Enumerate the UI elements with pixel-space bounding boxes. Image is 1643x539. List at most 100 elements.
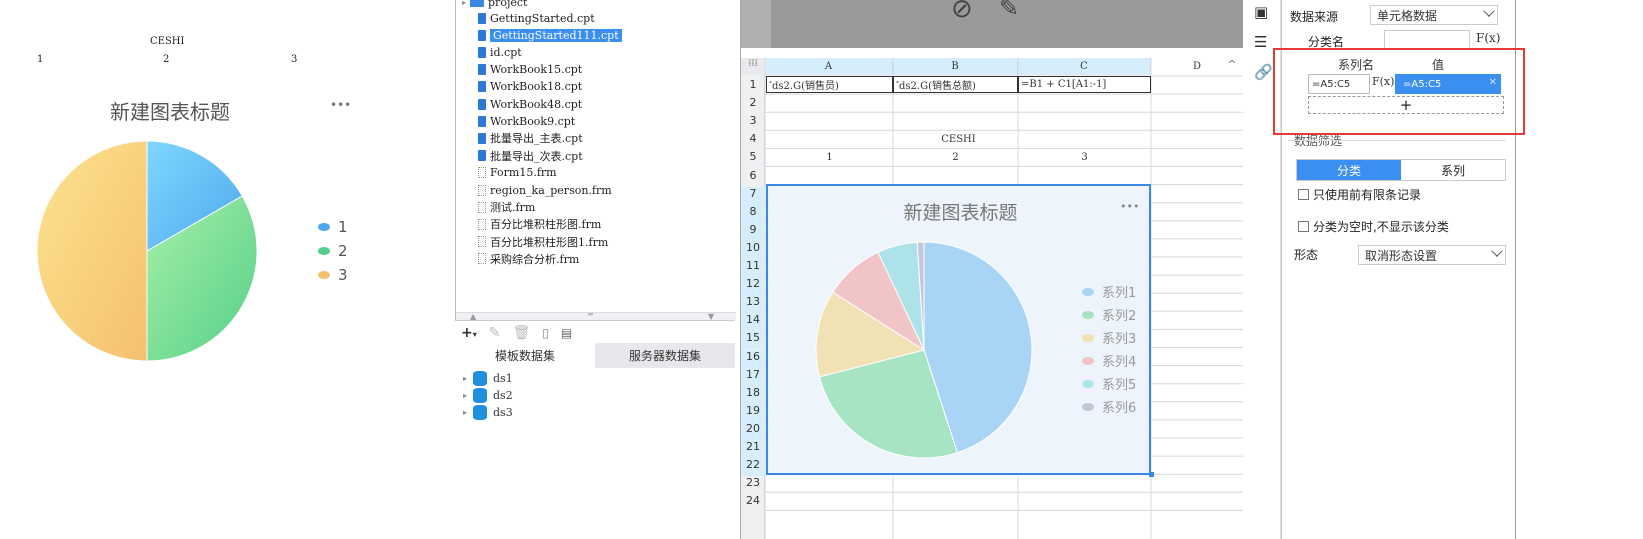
legend-item[interactable]: 系列2 [1082,305,1136,324]
legend-marker-icon [1082,402,1094,411]
cell-attribute-icon[interactable]: ▣ [1254,3,1268,21]
cell-b1[interactable]: ° ds2.G(销售总额) [893,76,1018,93]
legend-item[interactable]: 系列5 [1082,374,1136,393]
tree-file-item[interactable]: WorkBook9.cpt [478,113,575,129]
limit-records-checkbox[interactable]: 只使用前有限条记录 [1298,186,1421,203]
tree-root-project[interactable]: ▸ project [462,0,527,10]
row-header[interactable]: 19 [741,403,765,422]
pie-slice[interactable] [36,140,148,362]
resize-handle[interactable] [1149,472,1154,477]
drag-handle-icon[interactable]: ═ [588,310,593,319]
row-header[interactable]: 20 [741,421,765,440]
row-header[interactable]: 13 [741,295,765,314]
expand-arrow-icon[interactable]: ▸ [462,0,466,7]
tab-category[interactable]: 分类 [1297,160,1401,180]
row-header[interactable]: 3 [741,114,765,132]
row-header[interactable]: 17 [741,367,765,386]
row-header[interactable]: 12 [741,277,765,296]
legend-item[interactable]: 2 [318,242,348,260]
row-header[interactable]: 23 [741,476,765,494]
tree-file-label: Form15.frm [490,166,557,180]
cell-c5[interactable]: 3 [1018,149,1151,166]
add-dataset-icon[interactable]: +▾ [461,325,477,341]
expand-arrow-icon[interactable]: ▸ [463,391,467,400]
dataset-item[interactable]: ▸ ds1 [463,371,513,386]
data-source-select[interactable]: 单元格数据 [1370,5,1498,25]
dataset-item[interactable]: ▸ ds3 [463,405,513,420]
tree-file-item[interactable]: 批量导出_主表.cpt [478,130,583,146]
row-header[interactable]: 10 [741,240,765,259]
tree-file-item[interactable]: GettingStarted.cpt [478,10,595,26]
row-header[interactable]: 6 [741,169,765,187]
cell-a1[interactable]: ° ds2.G(销售员) [766,76,893,93]
widget-icon[interactable]: ☰ [1254,33,1267,51]
tab-server-dataset[interactable]: 服务器数据集 [595,343,735,368]
row-header[interactable]: 22 [741,458,765,477]
cell-b1-text: ds2.G(销售总额) [899,81,976,92]
cell-b5[interactable]: 2 [893,149,1018,166]
tree-file-item[interactable]: WorkBook48.cpt [478,96,582,112]
expand-arrow-icon[interactable]: ▸ [463,408,467,417]
legend-item[interactable]: 1 [318,218,348,236]
row-header[interactable]: 21 [741,440,765,459]
edit-icon[interactable]: ✎ [489,325,501,341]
cell-c1[interactable]: =B1 + C1[A1:-1] [1018,76,1151,93]
link-icon[interactable]: 🔗 [1254,63,1273,81]
formula-button[interactable]: F(x) [1476,31,1500,45]
tree-file-item[interactable]: 批量导出_次表.cpt [478,148,583,164]
row-header[interactable]: 18 [741,385,765,404]
server-dataset-icon[interactable]: ▤ [561,326,572,340]
tree-file-label: 百分比堆积柱形图1.frm [490,235,609,249]
hide-empty-category-checkbox[interactable]: 分类为空时,不显示该分类 [1298,218,1449,235]
checkbox[interactable] [1298,189,1309,200]
tree-file-item[interactable]: 测试.frm [478,199,535,215]
row-header[interactable]: 2 [741,96,765,114]
more-icon[interactable]: ••• [1120,200,1139,213]
tree-file-item[interactable]: WorkBook15.cpt [478,62,582,78]
tree-file-item[interactable]: 百分比堆积柱形图.frm [478,216,601,232]
cell-ceshi-merged[interactable]: CESHI [766,131,1151,148]
legend-item[interactable]: 系列4 [1082,351,1136,370]
tree-file-label: WorkBook15.cpt [490,63,583,77]
tree-file-item[interactable]: 采购综合分析.frm [478,251,579,267]
legend-item[interactable]: 3 [318,266,348,284]
preview-dataset-icon[interactable]: ▯ [542,326,549,340]
delete-icon[interactable]: 🗑 [512,325,530,341]
legend-item[interactable]: 系列1 [1082,282,1136,301]
row-header[interactable]: 5 [741,150,765,168]
row-header[interactable]: 16 [741,349,765,368]
row-header[interactable]: 14 [741,313,765,332]
row-header[interactable]: 11 [741,259,765,278]
tab-template-dataset[interactable]: 模板数据集 [455,343,595,368]
category-input[interactable] [1384,30,1470,50]
chart-preview-pane: CESHI 1 2 3 新建图表标题 ••• 1 2 3 [0,0,455,539]
row-header[interactable]: 1 [741,78,765,96]
legend-item[interactable]: 系列6 [1082,397,1136,416]
row-header[interactable]: 4 [741,132,765,150]
tree-file-item[interactable]: 百分比堆积柱形图1.frm [478,234,608,250]
cell-a5[interactable]: 1 [766,149,893,166]
row-header[interactable]: 15 [741,331,765,350]
chart-data-panel: 数据来源 单元格数据 分类名 F(x) 系列名 值 =A5:C5 F(x) =A… [1273,0,1525,539]
tree-file-label: 批量导出_次表.cpt [490,149,583,163]
row-header[interactable]: 8 [741,204,765,223]
embedded-chart[interactable]: 新建图表标题 ••• 系列1 系列2 系列3 系列4 系列5 系列6 [766,184,1154,477]
row-header[interactable]: 9 [741,222,765,241]
tree-file-label: 测试.frm [490,201,536,215]
expand-arrow-icon[interactable]: ▸ [463,374,467,383]
tree-file-item[interactable]: region_ka_person.frm [478,182,612,198]
tab-series[interactable]: 系列 [1401,160,1505,180]
row-header[interactable]: 24 [741,494,765,512]
tree-file-item[interactable]: WorkBook18.cpt [478,79,582,95]
dataset-item[interactable]: ▸ ds2 [463,388,513,403]
tree-file-item[interactable]: id.cpt [478,44,522,60]
spreadsheet-pane: ⊘ ✎ ⁞⁞⁞ ABCD ^ 1 2 3 4 5 6 7 8 9 10 11 12 13 14 15 16 17… [740,0,1244,539]
splitter[interactable]: ▲ ═ ▼ [456,310,736,321]
form-select[interactable]: 取消形态设置 [1358,245,1506,265]
row-header[interactable]: 7 [741,186,765,205]
more-icon[interactable]: ••• [330,98,351,112]
tree-file-item[interactable]: GettingStarted111.cpt [478,27,622,43]
tree-file-item[interactable]: Form15.frm [478,165,557,181]
legend-item[interactable]: 系列3 [1082,328,1136,347]
checkbox[interactable] [1298,221,1309,232]
